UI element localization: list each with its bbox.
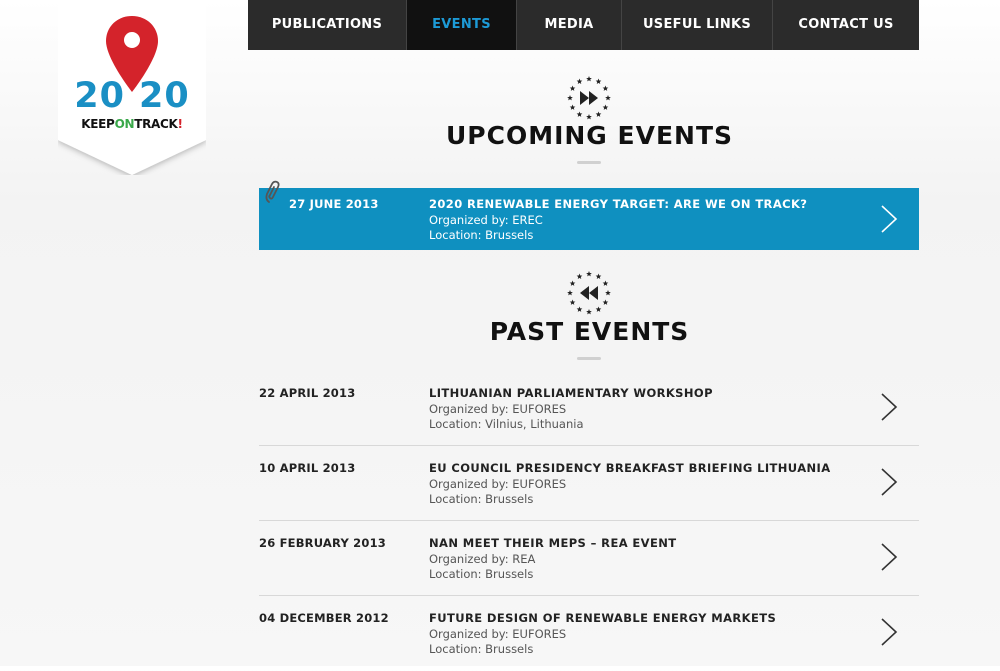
- chevron-right-icon[interactable]: [880, 468, 898, 496]
- star-icon: [576, 111, 583, 117]
- heading-divider: [577, 161, 601, 164]
- star-icon: [576, 306, 583, 312]
- star-icon: [576, 78, 583, 84]
- star-icon: [595, 78, 602, 84]
- chevron-right-icon[interactable]: [880, 205, 898, 233]
- star-icon: [586, 114, 592, 120]
- event-organizer: Organized by: REA: [429, 552, 536, 566]
- star-icon: [605, 290, 611, 296]
- star-icon: [586, 309, 592, 315]
- event-location: Location: Brussels: [429, 642, 534, 656]
- star-icon: [595, 306, 602, 312]
- logo-number: 20 20: [74, 76, 190, 116]
- star-icon: [567, 290, 573, 296]
- nav-useful-links[interactable]: USEFUL LINKS: [622, 0, 773, 50]
- past-event-row[interactable]: 26 FEBRUARY 2013 NAN MEET THEIR MEPS – R…: [259, 521, 919, 596]
- star-icon: [567, 95, 573, 101]
- site-logo[interactable]: 20 20 KEEPONTRACK!: [58, 0, 206, 175]
- star-icon: [576, 273, 583, 279]
- event-title[interactable]: FUTURE DESIGN OF RENEWABLE ENERGY MARKET…: [429, 611, 776, 625]
- chevron-right-icon[interactable]: [880, 543, 898, 571]
- event-date: 10 APRIL 2013: [259, 461, 356, 475]
- upcoming-events-heading: UPCOMING EVENTS: [445, 121, 734, 150]
- main-nav: PUBLICATIONS EVENTS MEDIA USEFUL LINKS C…: [248, 0, 919, 50]
- event-title[interactable]: NAN MEET THEIR MEPS – REA EVENT: [429, 536, 676, 550]
- past-events-heading: PAST EVENTS: [489, 317, 690, 346]
- star-icon: [605, 95, 611, 101]
- star-icon: [602, 85, 609, 91]
- nav-media[interactable]: MEDIA: [517, 0, 622, 50]
- logo-tagline: KEEPONTRACK!: [81, 117, 183, 131]
- star-icon: [602, 104, 609, 110]
- fast-forward-stars-icon: [567, 76, 611, 120]
- past-event-row[interactable]: 04 DECEMBER 2012 FUTURE DESIGN OF RENEWA…: [259, 596, 919, 671]
- upcoming-event-row[interactable]: 27 JUNE 2013 2020 RENEWABLE ENERGY TARGE…: [259, 188, 919, 250]
- event-location: Location: Brussels: [429, 492, 534, 506]
- rewind-stars-icon: [567, 271, 611, 315]
- star-icon: [586, 76, 592, 82]
- star-icon: [569, 280, 576, 286]
- event-title[interactable]: LITHUANIAN PARLIAMENTARY WORKSHOP: [429, 386, 713, 400]
- event-location: Location: Vilnius, Lithuania: [429, 417, 584, 431]
- star-icon: [595, 273, 602, 279]
- event-date: 27 JUNE 2013: [289, 197, 379, 211]
- star-icon: [586, 271, 592, 277]
- star-icon: [569, 104, 576, 110]
- star-icon: [569, 299, 576, 305]
- star-icon: [595, 111, 602, 117]
- event-organizer: Organized by: EUFORES: [429, 402, 567, 416]
- past-event-row[interactable]: 22 APRIL 2013 LITHUANIAN PARLIAMENTARY W…: [259, 371, 919, 446]
- star-icon: [569, 85, 576, 91]
- nav-events[interactable]: EVENTS: [407, 0, 517, 50]
- nav-publications[interactable]: PUBLICATIONS: [248, 0, 407, 50]
- paperclip-icon: [265, 180, 280, 203]
- chevron-right-icon[interactable]: [880, 393, 898, 421]
- event-date: 04 DECEMBER 2012: [259, 611, 389, 625]
- event-organizer: Organized by: EUFORES: [429, 627, 567, 641]
- star-icon: [602, 280, 609, 286]
- event-date: 22 APRIL 2013: [259, 386, 356, 400]
- event-title[interactable]: EU COUNCIL PRESIDENCY BREAKFAST BRIEFING…: [429, 461, 831, 475]
- event-location: Location: Brussels: [429, 228, 534, 242]
- event-date: 26 FEBRUARY 2013: [259, 536, 386, 550]
- event-title[interactable]: 2020 RENEWABLE ENERGY TARGET: ARE WE ON …: [429, 197, 807, 211]
- star-icon: [602, 299, 609, 305]
- chevron-right-icon[interactable]: [880, 618, 898, 646]
- event-organizer: Organized by: EREC: [429, 213, 543, 227]
- past-event-row[interactable]: 10 APRIL 2013 EU COUNCIL PRESIDENCY BREA…: [259, 446, 919, 521]
- event-organizer: Organized by: EUFORES: [429, 477, 567, 491]
- heading-divider: [577, 357, 601, 360]
- event-location: Location: Brussels: [429, 567, 534, 581]
- nav-contact-us[interactable]: CONTACT US: [773, 0, 919, 50]
